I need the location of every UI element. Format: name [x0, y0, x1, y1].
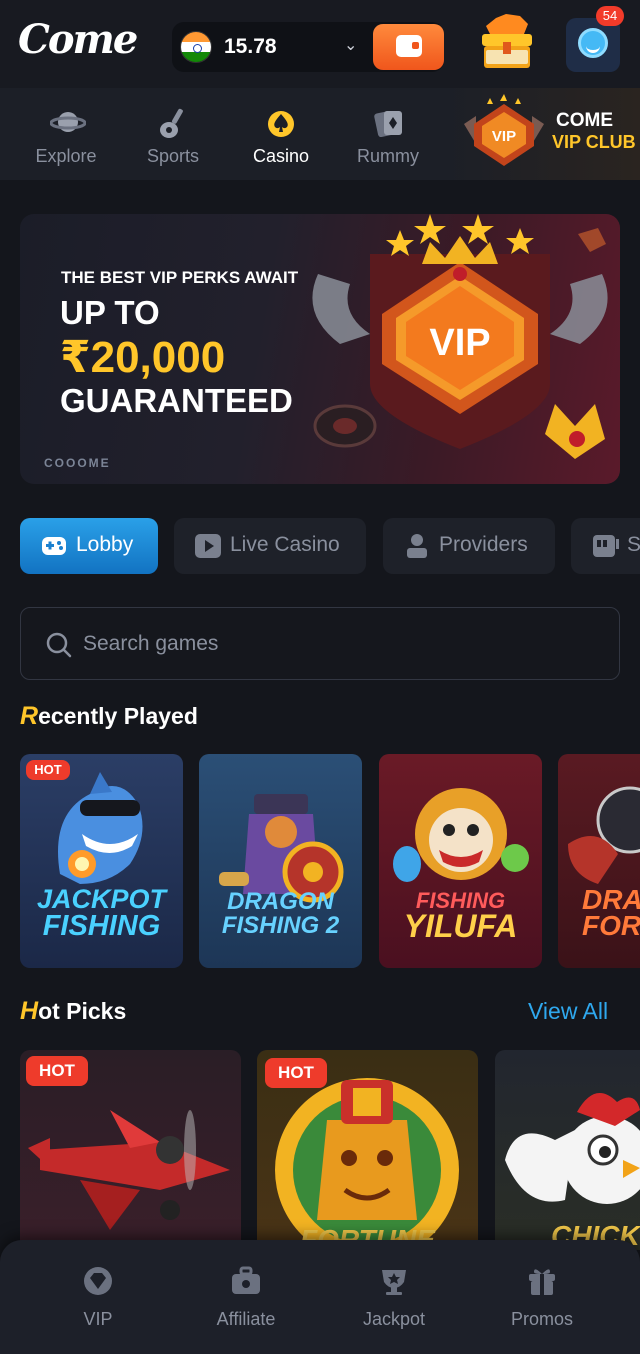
wallet-icon [396, 35, 422, 57]
india-flag-icon [180, 31, 212, 63]
trophy-icon [382, 1270, 406, 1295]
vip-club-link[interactable]: VIP COME VIP CLUB [446, 88, 640, 180]
bottom-nav-vip[interactable]: VIP [24, 1240, 172, 1354]
hot-badge: HOT [26, 760, 70, 780]
wallet-button[interactable] [373, 24, 444, 70]
nav-sports[interactable]: Sports [123, 88, 223, 180]
bottom-nav-jackpot[interactable]: Jackpot [320, 1240, 468, 1354]
tab-live-casino[interactable]: Live Casino [174, 518, 366, 574]
bottom-nav-vip-label: VIP [83, 1309, 113, 1329]
nav-rummy[interactable]: Rummy [338, 88, 438, 180]
game-title-line1: JACKPOT [36, 884, 166, 914]
nav-rummy-label: Rummy [357, 146, 419, 166]
banner-kicker: THE BEST VIP PERKS AWAIT [61, 268, 299, 287]
promo-banner[interactable]: THE BEST VIP PERKS AWAIT UP TO ₹20,000 G… [20, 214, 620, 484]
cards-icon [374, 110, 402, 138]
nav-explore-label: Explore [35, 146, 97, 166]
vip-shield-illustration: VIP [312, 214, 608, 459]
top-navigation: Explore Sports Casino Rummy VIP COME VIP… [0, 88, 640, 180]
search-input[interactable] [83, 626, 583, 662]
hot-badge: HOT [265, 1058, 327, 1088]
bottom-nav-affiliate-label: Affiliate [216, 1309, 276, 1329]
nav-sports-label: Sports [146, 146, 200, 166]
balance-selector[interactable]: 15.78 ⌄ [172, 22, 444, 72]
vip-club-line1: COME [556, 110, 613, 131]
bottom-nav-affiliate[interactable]: Affiliate [172, 1240, 320, 1354]
tab-providers[interactable]: Providers [383, 518, 555, 574]
customer-support-icon[interactable] [566, 18, 620, 72]
nav-casino[interactable]: Casino [231, 88, 331, 180]
hot-picks-title: Hot Picks [20, 997, 127, 1025]
game-card-aviator[interactable]: HOT [20, 1050, 241, 1250]
game-card-jackpot-fishing[interactable]: JACKPOT FISHING HOT [20, 754, 183, 968]
game-title-line1: DRAGON [227, 888, 334, 915]
nav-explore[interactable]: Explore [16, 88, 116, 180]
slot-machine-icon [593, 535, 619, 557]
gift-icon [529, 1269, 555, 1295]
banner-brand-watermark: COOOME [44, 456, 111, 470]
vip-club-line2: VIP CLUB [552, 132, 636, 152]
hot-badge: HOT [26, 1056, 88, 1086]
bottom-nav-jackpot-label: Jackpot [362, 1309, 426, 1329]
bottom-nav-promos[interactable]: Promos [468, 1240, 616, 1354]
game-card-dragon-fortune[interactable]: DRA FORT [558, 754, 640, 968]
svg-text:VIP: VIP [429, 322, 490, 364]
tab-slots[interactable]: S [571, 518, 640, 574]
person-icon [407, 534, 427, 558]
search-icon [46, 632, 72, 658]
svg-text:VIP: VIP [492, 128, 516, 145]
tab-providers-label: Providers [439, 533, 528, 556]
treasure-chest-icon[interactable] [476, 14, 538, 72]
brand-logo[interactable]: Come [18, 16, 138, 63]
vip-badge-icon: VIP [464, 94, 544, 166]
chevron-down-icon[interactable]: ⌄ [344, 35, 357, 55]
gamepad-icon [42, 537, 66, 555]
planet-icon [50, 112, 86, 132]
guitar-icon [160, 108, 183, 138]
diamond-icon [84, 1267, 112, 1295]
bottom-navigation: VIP Affiliate Jackpot Promos [0, 1240, 640, 1354]
tab-live-casino-label: Live Casino [230, 533, 340, 556]
game-card-fishing-yilufa[interactable]: FISHING YILUFA [379, 754, 542, 968]
search-bar[interactable] [20, 607, 620, 680]
game-title-line2: YILUFA [403, 908, 518, 944]
game-card-fortune-gems[interactable]: FORTUNE HOT [257, 1050, 478, 1250]
bottom-nav-promos-label: Promos [510, 1309, 573, 1329]
nav-casino-label: Casino [252, 146, 310, 166]
banner-amount: ₹20,000 [60, 333, 226, 382]
recently-played-title: Recently Played [20, 702, 198, 730]
tab-lobby-label: Lobby [76, 533, 134, 556]
play-icon [195, 534, 221, 558]
view-all-link[interactable]: View All [528, 998, 608, 1025]
briefcase-icon [232, 1266, 260, 1294]
tab-lobby[interactable]: Lobby [20, 518, 158, 574]
banner-headline-line2: GUARANTEED [60, 382, 293, 419]
game-card-chicken[interactable]: CHICK [495, 1050, 640, 1250]
balance-amount: 15.78 [224, 35, 277, 58]
game-title-line2: FISHING [42, 910, 161, 942]
game-title-line2: FORT [582, 910, 640, 941]
game-card-dragon-fishing-2[interactable]: DRAGON FISHING 2 [199, 754, 362, 968]
game-title-line2: FISHING 2 [221, 912, 340, 939]
spade-icon [268, 111, 294, 137]
banner-headline-line1: UP TO [60, 294, 160, 331]
app-header: Come 15.78 ⌄ 54 [0, 0, 640, 88]
tab-slots-label: S [627, 533, 640, 556]
notification-badge: 54 [596, 6, 624, 26]
